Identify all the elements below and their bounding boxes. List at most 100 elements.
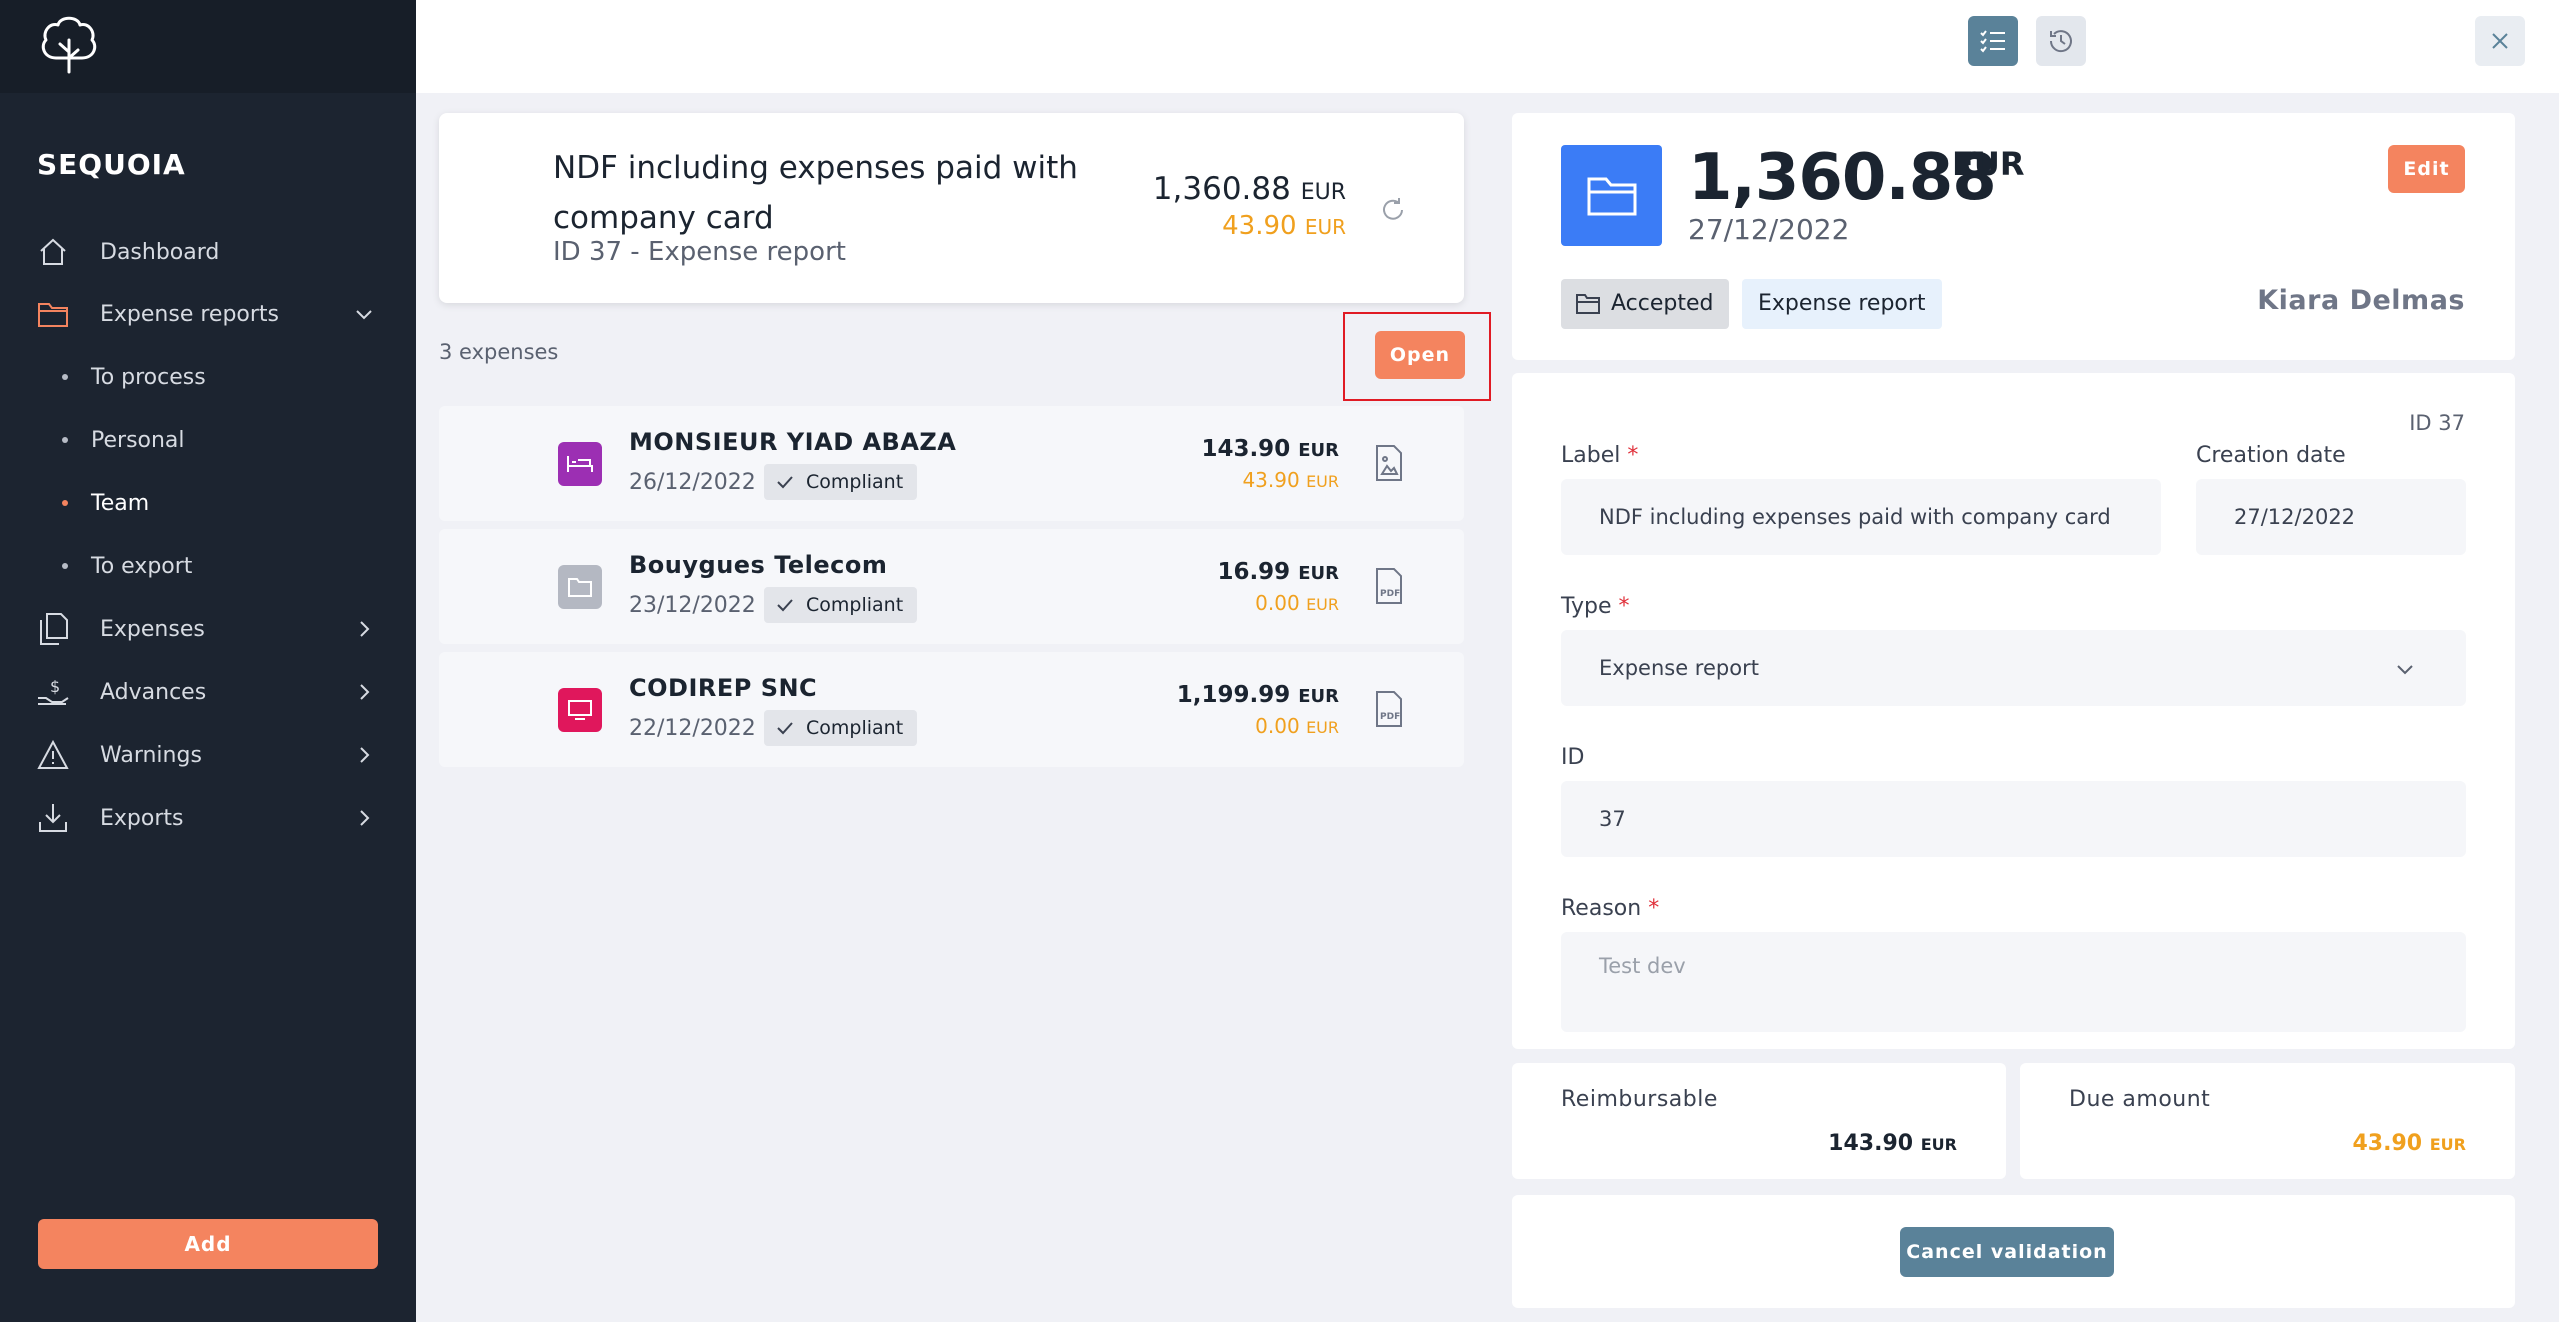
expense-date: 26/12/2022 <box>629 470 756 495</box>
expense-amount: 143.90 EUR <box>1201 436 1339 462</box>
expense-row[interactable]: Bouygues Telecom 23/12/2022 Compliant 16… <box>439 529 1464 644</box>
sidebar-item-label: Exports <box>100 805 184 831</box>
record-id: ID 37 <box>2409 411 2465 435</box>
svg-text:PDF: PDF <box>1380 589 1400 599</box>
bed-icon <box>558 442 602 486</box>
pdf-file-icon[interactable]: PDF <box>1374 690 1404 728</box>
edit-button[interactable]: Edit <box>2388 145 2465 193</box>
reimbursable-card: Reimbursable 143.90 EUR <box>1512 1063 2006 1179</box>
svg-text:$: $ <box>50 677 60 696</box>
expense-due: 0.00 EUR <box>1255 714 1339 738</box>
sidebar-subitem-label: Team <box>91 490 150 516</box>
detail-currency: EUR <box>1952 145 2025 183</box>
tree-logo-icon[interactable] <box>36 10 102 76</box>
reimbursable-amount: 143.90 <box>1828 1131 1914 1156</box>
currency-label: EUR <box>1300 180 1346 205</box>
type-select[interactable]: Expense report <box>1561 630 2466 706</box>
creation-date-label: Creation date <box>2196 443 2346 468</box>
checklist-view-button[interactable] <box>1968 16 2018 66</box>
sidebar-subitem-team[interactable]: Team <box>0 476 416 530</box>
report-amount-value: 1,360.88 <box>1152 171 1291 207</box>
check-icon <box>777 722 793 735</box>
report-subtitle: ID 37 - Expense report <box>553 237 846 267</box>
sidebar-item-label: Advances <box>100 679 207 705</box>
sidebar-item-label: Dashboard <box>100 239 220 265</box>
bullet-dot <box>62 374 68 380</box>
sidebar: SEQUOIA Dashboard Expense reports To pro… <box>0 0 416 1322</box>
open-button[interactable]: Open <box>1375 331 1465 379</box>
expense-due-value: 0.00 <box>1255 591 1300 615</box>
top-bar <box>416 0 2559 93</box>
due-amount: 43.90 <box>2352 1131 2423 1156</box>
status-label: Accepted <box>1611 291 1714 316</box>
report-title: NDF including expenses paid with company… <box>553 150 1078 236</box>
currency-label: EUR <box>1306 718 1339 737</box>
reimbursable-label: Reimbursable <box>1561 1087 1718 1112</box>
close-icon <box>2492 33 2508 49</box>
reason-textarea[interactable]: Test dev <box>1561 932 2466 1032</box>
compliance-badge: Compliant <box>764 587 918 623</box>
expense-amount: 16.99 EUR <box>1217 559 1339 585</box>
chevron-right-icon[interactable] <box>352 806 376 830</box>
report-due-value: 43.90 <box>1222 211 1297 241</box>
sidebar-item-label: Expense reports <box>100 301 280 327</box>
expense-amount-value: 16.99 <box>1217 559 1291 585</box>
sidebar-subitem-personal[interactable]: Personal <box>0 413 416 467</box>
expense-name: CODIREP SNC <box>629 674 818 702</box>
label-field-label: Label * <box>1561 443 1638 468</box>
image-file-icon[interactable] <box>1374 444 1404 482</box>
cancel-validation-button[interactable]: Cancel validation <box>1900 1227 2114 1277</box>
bullet-dot <box>62 563 68 569</box>
expense-amount: 1,199.99 EUR <box>1177 682 1339 708</box>
expense-row[interactable]: CODIREP SNC 22/12/2022 Compliant 1,199.9… <box>439 652 1464 767</box>
chevron-right-icon[interactable] <box>352 617 376 641</box>
download-icon <box>36 801 70 835</box>
sidebar-item-exports[interactable]: Exports <box>0 788 416 848</box>
expense-due: 43.90 EUR <box>1242 468 1339 492</box>
bullet-dot <box>62 437 68 443</box>
chevron-right-icon[interactable] <box>352 743 376 767</box>
sidebar-item-advances[interactable]: $ Advances <box>0 662 416 722</box>
expenses-count: 3 expenses <box>439 340 559 364</box>
add-button[interactable]: Add <box>38 1219 378 1269</box>
due-amount-label: Due amount <box>2069 1087 2211 1112</box>
expense-name: MONSIEUR YIAD ABAZA <box>629 428 957 456</box>
expense-name: Bouygues Telecom <box>629 551 888 579</box>
field-label-text: Label <box>1561 443 1621 468</box>
reason-field-label: Reason * <box>1561 896 1659 921</box>
creation-date-input[interactable]: 27/12/2022 <box>2196 479 2466 555</box>
id-input[interactable]: 37 <box>1561 781 2466 857</box>
report-header-card[interactable]: NDF including expenses paid with company… <box>439 113 1464 303</box>
due-amount-value: 43.90 EUR <box>2352 1131 2466 1156</box>
sidebar-item-expense-reports[interactable]: Expense reports <box>0 284 416 344</box>
check-icon <box>777 476 793 489</box>
expense-row[interactable]: MONSIEUR YIAD ABAZA 26/12/2022 Compliant… <box>439 406 1464 521</box>
check-icon <box>777 599 793 612</box>
sidebar-item-dashboard[interactable]: Dashboard <box>0 222 416 282</box>
pdf-file-icon[interactable]: PDF <box>1374 567 1404 605</box>
required-mark: * <box>1648 896 1660 921</box>
chevron-down-icon[interactable] <box>352 302 376 326</box>
sidebar-item-warnings[interactable]: Warnings <box>0 725 416 785</box>
label-input[interactable]: NDF including expenses paid with company… <box>1561 479 2161 555</box>
folder-icon <box>36 297 70 331</box>
sidebar-item-expenses[interactable]: Expenses <box>0 599 416 659</box>
id-field-label: ID <box>1561 745 1585 770</box>
history-button[interactable] <box>2036 16 2086 66</box>
currency-label: EUR <box>2429 1135 2466 1154</box>
refresh-icon[interactable] <box>1378 195 1408 225</box>
history-icon <box>2049 30 2072 53</box>
svg-text:PDF: PDF <box>1380 712 1400 722</box>
sidebar-subitem-to-process[interactable]: To process <box>0 350 416 404</box>
compliance-label: Compliant <box>806 717 904 739</box>
chevron-right-icon[interactable] <box>352 680 376 704</box>
close-button[interactable] <box>2475 16 2525 66</box>
due-amount-card: Due amount 43.90 EUR <box>2020 1063 2515 1179</box>
expense-date: 22/12/2022 <box>629 716 756 741</box>
type-select-value: Expense report <box>1599 656 1759 680</box>
sidebar-subitem-label: To export <box>91 553 193 579</box>
sidebar-subitem-to-export[interactable]: To export <box>0 539 416 593</box>
compliance-label: Compliant <box>806 471 904 493</box>
monitor-icon <box>558 688 602 732</box>
compliance-badge: Compliant <box>764 710 918 746</box>
